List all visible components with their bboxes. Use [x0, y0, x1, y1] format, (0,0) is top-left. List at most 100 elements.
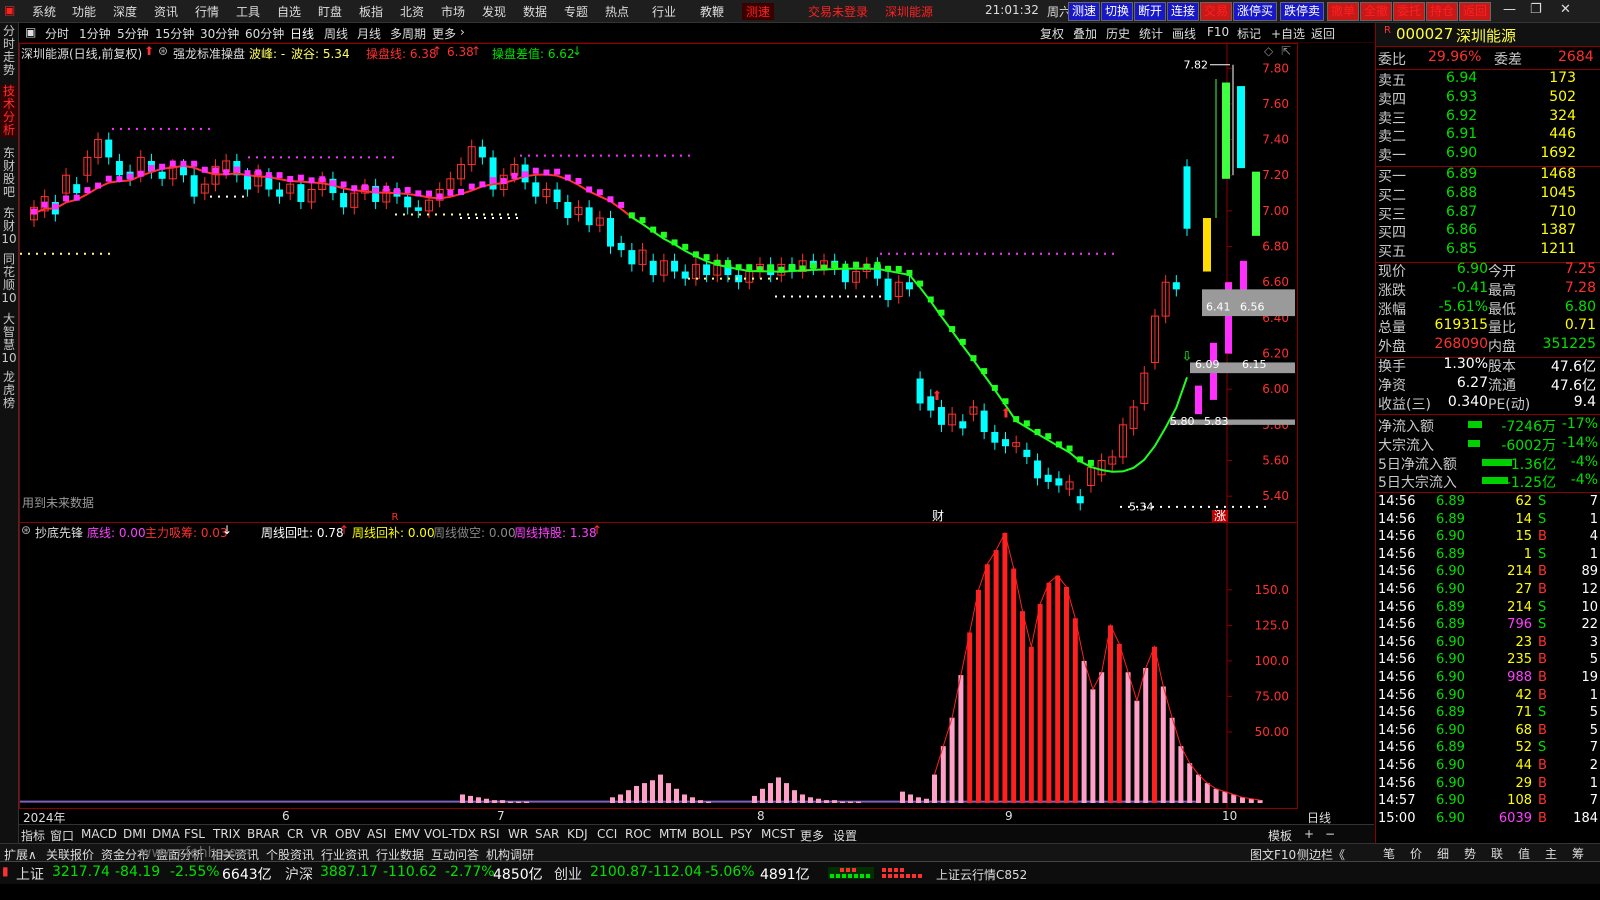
quote-tab[interactable]: 势 [1464, 845, 1476, 862]
close-icon[interactable]: ✕ [1560, 2, 1571, 17]
menu-watchlist[interactable]: 自选 [277, 3, 301, 20]
period-timeshare[interactable]: 分时 [45, 25, 69, 42]
period-daily[interactable]: 日线 [290, 25, 314, 42]
tab-vol-tdx[interactable]: VOL-TDX [424, 827, 476, 841]
tab-trix[interactable]: TRIX [213, 827, 240, 841]
tab-emv[interactable]: EMV [394, 827, 420, 841]
leftnav-timeshare[interactable]: 分时走势 [1, 25, 17, 77]
btn-cancel-all[interactable]: 全撤 [1360, 2, 1393, 21]
btn-cancel-order[interactable]: 撤单 [1327, 2, 1360, 21]
tab-asi[interactable]: ASI [367, 827, 386, 841]
minimize-icon[interactable]: — [1503, 2, 1516, 17]
tab-dma[interactable]: DMA [152, 827, 180, 841]
menu-topic[interactable]: 专题 [564, 3, 588, 20]
menu-monitor[interactable]: 盯盘 [318, 3, 342, 20]
quote-tab[interactable]: 筹 [1572, 845, 1584, 862]
tab-brar[interactable]: BRAR [247, 827, 280, 841]
menu-info[interactable]: 资讯 [154, 3, 178, 20]
btn-speedtest[interactable]: 测速 [1068, 2, 1101, 21]
period-multi[interactable]: 多周期 [390, 25, 426, 42]
tab-cr[interactable]: CR [287, 827, 304, 841]
tab-template[interactable]: 模板 [1268, 827, 1292, 844]
toolbar-adjust[interactable]: 复权 [1040, 25, 1064, 42]
leftnav-technical[interactable]: 技术分析 [1, 85, 17, 137]
toolbar-overlay[interactable]: 叠加 [1073, 25, 1097, 42]
remove-window-button[interactable]: − [1325, 827, 1335, 841]
quote-tab[interactable]: 值 [1518, 845, 1530, 862]
leftnav-ths10[interactable]: 同花顺10 [1, 253, 17, 305]
btn-disconnect[interactable]: 断开 [1134, 2, 1167, 21]
tab-kdj[interactable]: KDJ [567, 827, 588, 841]
price-chart-panel[interactable]: 7.80 7.60 7.40 7.20 7.00 6.80 6.60 6.40 6.20 6.00… [19, 43, 1298, 523]
menu-data[interactable]: 数据 [523, 3, 547, 20]
menu-industry[interactable]: 行业 [652, 3, 676, 20]
btn-limit-down-sell[interactable]: 跌停卖 [1280, 2, 1325, 21]
tab-cci[interactable]: CCI [597, 827, 617, 841]
tab-indicator[interactable]: 指标 [21, 827, 45, 844]
sh-index-name[interactable]: 上证 [16, 864, 44, 884]
menu-function[interactable]: 功能 [72, 3, 96, 20]
indicator-settings-icon[interactable]: ⊛ [21, 523, 31, 537]
trade-login-status[interactable]: 交易未登录 [808, 3, 868, 20]
toolbar-add-watch[interactable]: +自选 [1271, 25, 1305, 42]
btn-switch[interactable]: 切换 [1101, 2, 1134, 21]
menu-discover[interactable]: 发现 [482, 3, 506, 20]
tab-macd[interactable]: MACD [81, 827, 117, 841]
btn-trade[interactable]: 交易 [1200, 2, 1233, 21]
toolbar-return[interactable]: 返回 [1311, 25, 1335, 42]
leftnav-eastmoney10[interactable]: 东财10 [1, 207, 17, 246]
tab-sar[interactable]: SAR [535, 827, 559, 841]
tab-psy[interactable]: PSY [730, 827, 752, 841]
tab-dmi[interactable]: DMI [123, 827, 146, 841]
menu-hot[interactable]: 热点 [605, 3, 629, 20]
leftnav-eastmoney-forum[interactable]: 东财股吧 [1, 147, 17, 199]
quote-tab[interactable]: 价 [1410, 845, 1422, 862]
period-60min[interactable]: 60分钟 [245, 25, 284, 42]
btn-position[interactable]: 持仓 [1426, 2, 1459, 21]
toolbar-history[interactable]: 历史 [1106, 25, 1130, 42]
menu-system[interactable]: 系统 [32, 3, 56, 20]
hs-index-name[interactable]: 沪深 [285, 864, 313, 884]
leftnav-dzh10[interactable]: 大智慧10 [1, 313, 17, 365]
toolbar-stats[interactable]: 统计 [1139, 25, 1163, 42]
cy-index-name[interactable]: 创业 [554, 864, 582, 884]
tab-window[interactable]: 窗口 [50, 827, 74, 844]
formula-name[interactable]: 强龙标准操盘 [173, 45, 245, 62]
restore-icon[interactable]: ❐ [1530, 2, 1542, 17]
cloud-quote-status[interactable]: 上证云行情C852 [936, 866, 1027, 883]
menu-index[interactable]: 板指 [359, 3, 383, 20]
menu-depth[interactable]: 深度 [113, 3, 137, 20]
menu-market[interactable]: 行情 [195, 3, 219, 20]
period-monthly[interactable]: 月线 [357, 25, 381, 42]
formula-settings-icon[interactable]: ⊛ [158, 44, 168, 58]
tab-vr[interactable]: VR [311, 827, 328, 841]
quote-tab[interactable]: 细 [1437, 845, 1449, 862]
quote-tab[interactable]: 主 [1545, 845, 1557, 862]
period-30min[interactable]: 30分钟 [200, 25, 239, 42]
toggle-icon[interactable]: ▣ [25, 25, 36, 39]
add-window-button[interactable]: + [1304, 827, 1314, 841]
expand-icon[interactable]: ⇱ [1281, 44, 1291, 58]
menu-north[interactable]: 北资 [400, 3, 424, 20]
period-weekly[interactable]: 周线 [324, 25, 348, 42]
menu-speedtest[interactable]: 测速 [742, 3, 775, 20]
btn-connect[interactable]: 连接 [1167, 2, 1200, 21]
tab-mtm[interactable]: MTM [659, 827, 687, 841]
chevron-right-icon[interactable]: › [460, 25, 465, 39]
indicator-chart-svg[interactable]: 150.0 125.0 100.0 75.00 50.00 [20, 523, 1297, 808]
tab-rsi[interactable]: RSI [480, 827, 500, 841]
leftnav-dragon-tiger[interactable]: 龙虎榜 [1, 371, 17, 410]
tab-settings[interactable]: 设置 [833, 827, 857, 844]
period-1min[interactable]: 1分钟 [79, 25, 111, 42]
menu-market2[interactable]: 市场 [441, 3, 465, 20]
tab-boll[interactable]: BOLL [692, 827, 723, 841]
quote-tab[interactable]: 笔 [1383, 845, 1395, 862]
tab-more[interactable]: 更多 [800, 827, 824, 844]
tab-mcst[interactable]: MCST [761, 827, 795, 841]
toolbar-draw[interactable]: 画线 [1172, 25, 1196, 42]
toolbar-mark[interactable]: 标记 [1237, 25, 1261, 42]
menu-tools[interactable]: 工具 [236, 3, 260, 20]
tab-obv[interactable]: OBV [335, 827, 361, 841]
quote-tab[interactable]: 联 [1491, 845, 1503, 862]
indicator-name[interactable]: 抄底先锋 [35, 524, 83, 541]
